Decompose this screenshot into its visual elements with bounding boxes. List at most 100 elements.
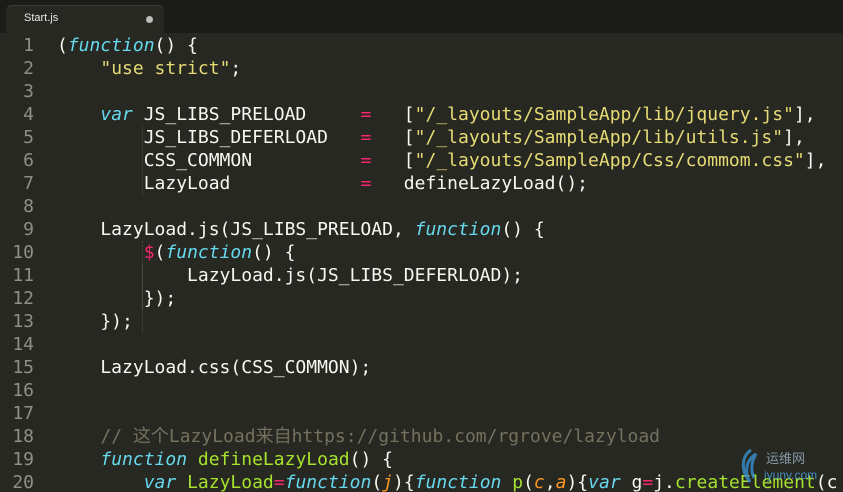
code-token: ,	[544, 472, 556, 492]
code-token: ],	[793, 104, 816, 125]
code-text[interactable]: function defineLazyLoad() {	[57, 448, 393, 471]
code-text[interactable]: $(function() {	[57, 241, 296, 264]
code-text[interactable]: "use strict";	[57, 57, 241, 80]
code-token: =	[273, 472, 285, 492]
code-line[interactable]: 14	[0, 333, 843, 356]
code-token: LazyLoad	[187, 472, 274, 492]
line-number: 10	[12, 242, 34, 263]
indent-guide	[141, 126, 143, 195]
code-text[interactable]: CSS_COMMON = ["/_layouts/SampleApp/Css/c…	[57, 149, 827, 172]
code-line[interactable]: 18 // 这个LazyLoad来自https://github.com/rgr…	[0, 425, 843, 448]
line-number: 3	[23, 81, 34, 102]
line-number: 7	[23, 173, 34, 194]
code-editor[interactable]: 1 (function() {2 "use strict"; 3 4 var JS_L…	[0, 33, 843, 492]
code-token: CSS_COMMON	[57, 150, 361, 171]
line-number: 15	[12, 357, 34, 378]
code-token: ],	[783, 127, 805, 148]
code-token: LazyLoad.css(CSS_COMMON);	[57, 357, 372, 378]
code-text[interactable]: (function() {	[57, 34, 198, 57]
tab-label: Start.js	[24, 12, 59, 24]
code-token: $	[143, 242, 155, 263]
watermark-url: iyunv.com	[764, 468, 818, 482]
code-line[interactable]: 3	[0, 80, 843, 103]
code-text[interactable]: JS_LIBS_DEFERLOAD = ["/_layouts/SampleAp…	[57, 126, 805, 149]
code-line[interactable]: 9 LazyLoad.js(JS_LIBS_PRELOAD, function(…	[0, 218, 843, 241]
code-token: LazyLoad.js(JS_LIBS_PRELOAD,	[57, 219, 415, 240]
code-line[interactable]: 17	[0, 402, 843, 425]
line-number: 14	[12, 334, 34, 355]
code-line[interactable]: 10 $(function() {	[0, 241, 843, 264]
code-text[interactable]: var JS_LIBS_PRELOAD = ["/_layouts/Sample…	[57, 103, 816, 126]
code-token: [	[371, 150, 415, 171]
code-line[interactable]: 4 var JS_LIBS_PRELOAD = ["/_layouts/Samp…	[0, 103, 843, 126]
code-token: var	[588, 472, 621, 492]
code-token: j.	[653, 472, 675, 492]
code-token: () {	[252, 242, 296, 263]
line-number: 6	[23, 150, 34, 171]
code-text[interactable]: var LazyLoad=function(j){function p(c,a)…	[57, 471, 838, 492]
code-token: });	[57, 288, 177, 309]
code-line[interactable]: 1 (function() {	[0, 34, 843, 57]
tab-start-js[interactable]: Start.js	[6, 5, 164, 34]
code-token: LazyLoad	[57, 173, 361, 194]
code-line[interactable]: 5 JS_LIBS_DEFERLOAD = ["/_layouts/Sample…	[0, 126, 843, 149]
line-number: 2	[23, 58, 34, 79]
code-line[interactable]: 16	[0, 379, 843, 402]
code-token: "/_layouts/SampleApp/lib/utils.js"	[414, 127, 784, 148]
code-line[interactable]: 20 var LazyLoad=function(j){function p(c…	[0, 471, 843, 492]
code-token: defineLazyLoad	[197, 449, 350, 470]
line-number: 4	[23, 104, 34, 125]
line-number: 18	[12, 426, 34, 447]
code-line[interactable]: 13 });	[0, 310, 843, 333]
watermark-logo: 运维网 iyunv.com	[738, 446, 838, 490]
code-token: () {	[349, 449, 393, 470]
code-token: [	[371, 127, 415, 148]
code-token: ;	[230, 58, 242, 79]
code-text[interactable]: LazyLoad.js(JS_LIBS_DEFERLOAD);	[57, 264, 523, 287]
code-line[interactable]: 2 "use strict";	[0, 57, 843, 80]
code-token: p	[512, 472, 524, 492]
unsaved-dot-icon[interactable]	[146, 16, 153, 23]
code-text[interactable]: LazyLoad.js(JS_LIBS_PRELOAD, function() …	[57, 218, 544, 241]
code-line[interactable]: 7 LazyLoad = defineLazyLoad();	[0, 172, 843, 195]
code-token: [	[371, 104, 415, 125]
code-text[interactable]: LazyLoad = defineLazyLoad();	[57, 172, 588, 195]
code-token: "/_layouts/SampleApp/lib/jquery.js"	[414, 104, 794, 125]
code-token: () {	[154, 35, 198, 56]
code-line[interactable]: 15 LazyLoad.css(CSS_COMMON);	[0, 356, 843, 379]
code-token: defineLazyLoad();	[371, 173, 589, 194]
code-token: "use strict"	[100, 58, 231, 79]
code-text[interactable]: LazyLoad.css(CSS_COMMON);	[57, 356, 371, 379]
code-token: j	[382, 472, 393, 492]
line-number: 9	[23, 219, 34, 240]
code-token: g	[620, 472, 643, 492]
indent-guide	[141, 264, 143, 310]
line-number: 19	[12, 449, 34, 470]
code-line[interactable]: 11 LazyLoad.js(JS_LIBS_DEFERLOAD);	[0, 264, 843, 287]
watermark-text: 运维网	[766, 452, 806, 467]
code-line[interactable]: 19 function defineLazyLoad() {	[0, 448, 843, 471]
code-token: function	[67, 35, 155, 56]
code-token: ],	[804, 150, 827, 171]
code-token: var	[100, 104, 133, 125]
code-token: JS_LIBS_DEFERLOAD	[57, 127, 361, 148]
code-text[interactable]: });	[57, 287, 177, 310]
code-line[interactable]: 12 });	[0, 287, 843, 310]
code-token: =	[360, 150, 372, 171]
code-text[interactable]: // 这个LazyLoad来自https://github.com/rgrove…	[57, 425, 660, 448]
code-token: function	[284, 472, 372, 492]
code-token: a	[555, 472, 567, 492]
code-text[interactable]: });	[57, 310, 133, 333]
code-token: (	[523, 472, 534, 492]
code-token: });	[57, 311, 133, 332]
code-line[interactable]: 8	[0, 195, 843, 218]
code-token: // 这个LazyLoad来自https://github.com/rgrove…	[100, 426, 661, 447]
code-line[interactable]: 6 CSS_COMMON = ["/_layouts/SampleApp/Css…	[0, 149, 843, 172]
code-token: =	[360, 173, 372, 194]
line-number: 17	[12, 403, 34, 424]
code-token: (	[154, 242, 166, 263]
code-token: =	[360, 127, 372, 148]
